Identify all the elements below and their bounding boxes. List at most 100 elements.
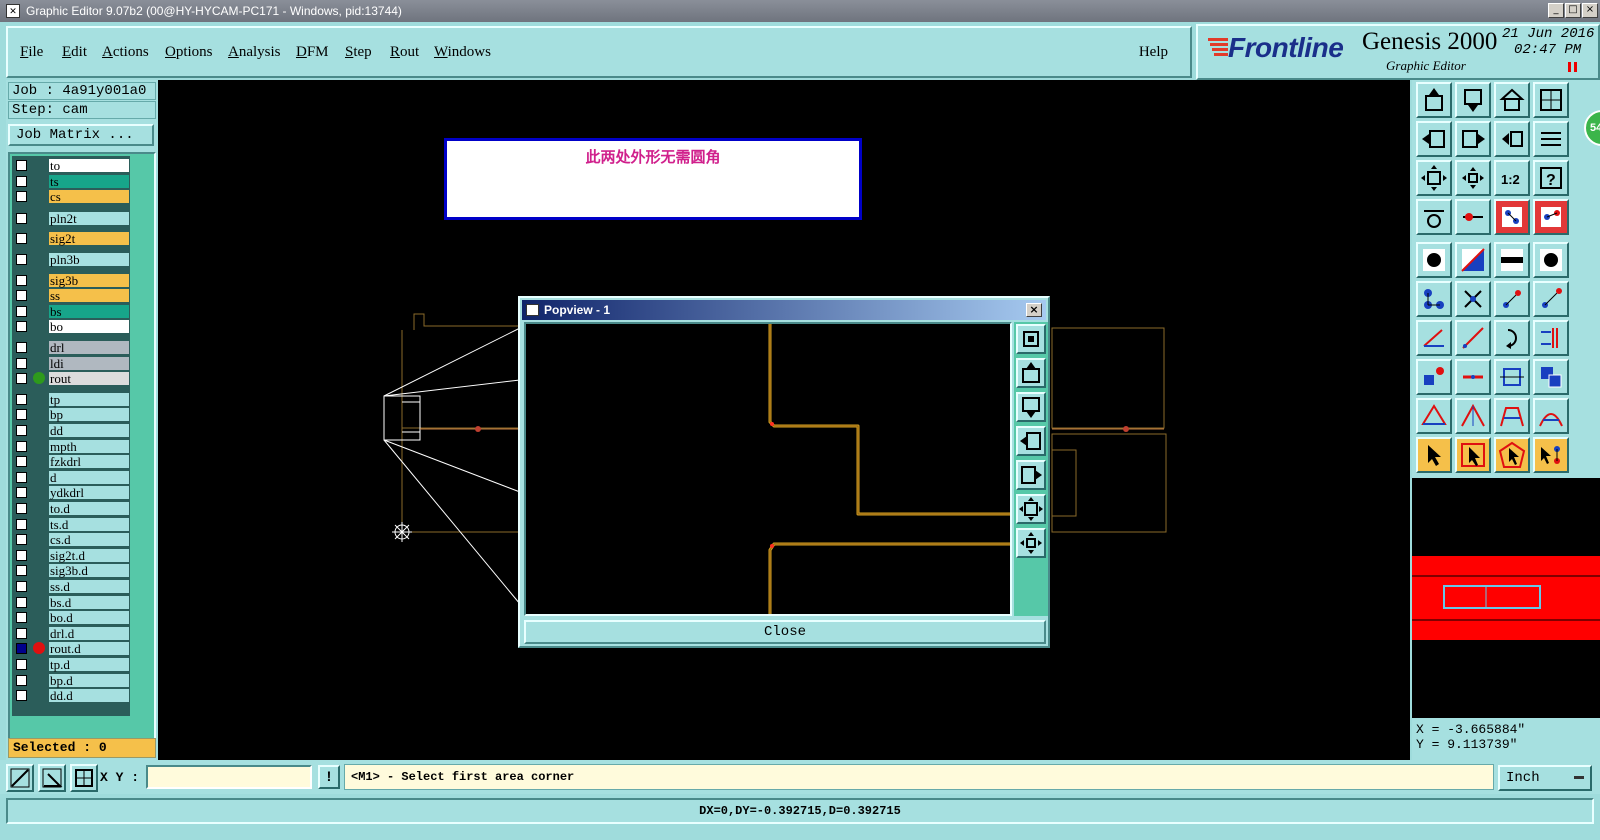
grid-view-icon[interactable] [1533,82,1569,118]
list-icon[interactable] [1533,121,1569,157]
layer-name[interactable]: pln3b [48,252,130,267]
menu-windows[interactable]: Windows [434,44,491,61]
minimize-button[interactable]: _ [1548,3,1564,18]
zoom-previous-icon[interactable] [1494,121,1530,157]
palette-icon[interactable] [1416,199,1452,235]
layer-checkbox[interactable] [16,627,27,639]
zoom-fit-button[interactable] [1016,494,1046,524]
layer-row[interactable]: tp [14,391,130,407]
layer-name[interactable]: bp [48,407,130,423]
diagonal-line-icon[interactable] [1455,320,1491,356]
width-measure-icon[interactable] [1494,359,1530,395]
layer-checkbox[interactable] [16,596,27,608]
layer-checkbox[interactable] [16,690,27,702]
menu-options[interactable]: Options [165,44,213,61]
pan-up-tool-icon[interactable] [1416,82,1452,118]
layer-checkbox[interactable] [16,305,27,317]
zoom-out-tool-icon[interactable] [1455,160,1491,196]
layer-checkbox[interactable] [16,409,27,421]
line-edit-icon[interactable] [1455,359,1491,395]
arc-tool-icon[interactable] [1494,320,1530,356]
layer-checkbox[interactable] [16,612,27,624]
layer-checkbox[interactable] [16,503,27,514]
layer-row[interactable]: sig3b [14,272,130,288]
layer-checkbox[interactable] [16,425,27,436]
layer-checkbox[interactable] [16,471,27,483]
layer-name[interactable]: sig3b.d [48,563,130,579]
layer-row[interactable]: ts.d [14,516,130,532]
copy-shape-icon[interactable] [1533,359,1569,395]
menu-dfm[interactable]: DFM [296,44,329,61]
layer-name[interactable]: fzkdrl [48,454,130,470]
pad-add-icon[interactable] [1416,359,1452,395]
layer-row[interactable]: cs [14,189,130,205]
layer-name[interactable]: drl [48,340,130,355]
layer-row[interactable]: drl [14,340,130,355]
scale-one-to-two-icon[interactable]: 1:2 [1494,160,1530,196]
layer-name[interactable]: cs.d [48,532,130,548]
cross-delete-icon[interactable] [1455,281,1491,317]
layer-checkbox[interactable] [16,233,27,245]
layer-checkbox[interactable] [16,549,27,561]
job-matrix-button[interactable]: Job Matrix ... [8,124,154,146]
layer-row[interactable]: bs.d [14,594,130,610]
pan-down-button[interactable] [1016,392,1046,422]
layer-name[interactable]: tp [48,391,130,407]
layer-checkbox[interactable] [16,212,27,224]
measure-icon[interactable] [1455,199,1491,235]
menu-step[interactable]: Step [345,44,372,61]
line-connect-icon[interactable] [1416,281,1452,317]
popview-close-x-button[interactable]: × [1026,303,1042,317]
layer-name[interactable]: to.d [48,501,130,516]
layer-checkbox[interactable] [16,674,27,686]
pause-icon[interactable] [1568,62,1578,72]
snap-angle-icon[interactable] [38,764,66,792]
layer-checkbox[interactable] [16,659,27,670]
layer-name[interactable]: bo.d [48,610,130,626]
peak-tool-icon[interactable] [1455,398,1491,434]
parallel-line-icon[interactable] [1533,320,1569,356]
layer-name[interactable]: ydkdrl [48,485,130,501]
layer-checkbox[interactable] [16,160,27,171]
layer-checkbox[interactable] [16,518,27,530]
layer-name[interactable]: to [48,158,130,173]
layer-row[interactable]: dd [14,423,130,438]
select-box-icon[interactable] [1455,437,1491,473]
layer-checkbox[interactable] [16,191,27,203]
layer-name[interactable]: ss.d [48,579,130,594]
layer-checkbox[interactable] [16,321,27,333]
popview-title-bar[interactable]: Popview - 1 × [522,300,1046,320]
layer-row[interactable]: tp.d [14,657,130,672]
layer-name[interactable]: ts [48,173,130,189]
menu-actions[interactable]: Actions [102,44,149,61]
layer-name[interactable]: pln2t [48,210,130,226]
layer-row[interactable]: fzkdrl [14,454,130,470]
layer-row[interactable]: rout [14,371,130,387]
layer-checkbox[interactable] [16,274,27,286]
dome-tool-icon[interactable] [1533,398,1569,434]
layer-row[interactable]: bp.d [14,672,130,688]
layer-checkbox[interactable] [16,534,27,546]
layer-row[interactable]: to [14,158,130,173]
layer-name[interactable]: bp.d [48,672,130,688]
menu-rout[interactable]: Rout [390,44,419,61]
triangle-tool-icon[interactable] [1416,398,1452,434]
layer-row[interactable]: sig3b.d [14,563,130,579]
layer-row[interactable]: drl.d [14,625,130,641]
pan-left-tool-icon[interactable] [1416,121,1452,157]
angle-tool-icon[interactable] [1416,320,1452,356]
arch-tool-icon[interactable] [1494,398,1530,434]
layer-checkbox[interactable] [16,456,27,468]
layer-checkbox[interactable] [16,393,27,405]
popview-canvas[interactable] [524,322,1012,616]
layer-row[interactable]: to.d [14,501,130,516]
select-pointer-icon[interactable] [1416,437,1452,473]
move-point-icon[interactable] [1494,281,1530,317]
layer-checkbox[interactable] [16,373,27,385]
layer-row[interactable]: rout.d [14,641,130,657]
net-highlight-icon[interactable] [1494,199,1530,235]
select-net-icon[interactable] [1533,437,1569,473]
zoom-out-button[interactable] [1016,528,1046,558]
snap-line-icon[interactable] [6,764,34,792]
layer-checkbox[interactable] [16,643,27,655]
